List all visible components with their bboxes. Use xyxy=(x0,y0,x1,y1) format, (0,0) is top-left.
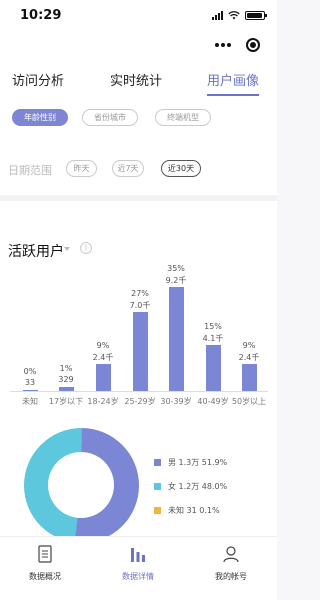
legend-swatch xyxy=(154,507,161,514)
bar-value-label: 2.4千 xyxy=(238,353,260,362)
bar-value-label: 33 xyxy=(24,378,36,387)
chart-baseline xyxy=(10,391,268,392)
nav-label: 数据概况 xyxy=(29,572,61,581)
legend-swatch xyxy=(154,483,161,490)
date-yesterday[interactable]: 昨天 xyxy=(66,160,97,177)
user-icon xyxy=(196,545,266,565)
bar-category-label: 50岁以上 xyxy=(231,397,267,406)
legend-label: 女 1.2万 48.0% xyxy=(168,482,228,491)
section-divider xyxy=(0,195,277,201)
section-title: 活跃用户 xyxy=(8,244,64,260)
nav-data-overview[interactable]: 数据概况 xyxy=(10,545,80,582)
bar-category-label: 40-49岁 xyxy=(197,397,229,406)
filter-age-gender[interactable]: 年龄性别 xyxy=(12,109,68,126)
status-icons xyxy=(212,10,267,20)
bar-chart-icon xyxy=(103,545,173,565)
chevron-down-icon[interactable] xyxy=(64,247,70,251)
info-icon[interactable]: i xyxy=(80,242,92,254)
app-page: 10:29 访问分析 实时统计 用户画像 年龄性别 省份城市 终端机型 日期范围… xyxy=(0,0,277,600)
age-bar[interactable] xyxy=(205,345,221,391)
document-icon xyxy=(10,545,80,565)
date-last-30-days[interactable]: 近30天 xyxy=(161,160,201,177)
date-range-label: 日期范围 xyxy=(8,164,52,177)
date-last-7-days[interactable]: 近7天 xyxy=(112,160,144,177)
bottom-nav: 数据概况 数据详情 我的帐号 xyxy=(0,536,277,600)
bar-percent-label: 9% xyxy=(242,341,256,350)
mini-program-capsule xyxy=(207,32,267,58)
bar-value-label: 7.0千 xyxy=(129,301,151,310)
bar-percent-label: 0% xyxy=(23,367,37,376)
battery-icon xyxy=(245,10,267,20)
wifi-icon xyxy=(228,10,240,19)
tab-visit-analysis[interactable]: 访问分析 xyxy=(12,70,64,89)
age-bar[interactable] xyxy=(132,312,148,391)
status-bar: 10:29 xyxy=(0,0,277,34)
legend-label: 未知 31 0.1% xyxy=(168,506,220,515)
nav-data-details[interactable]: 数据详情 xyxy=(103,545,173,582)
legend-item: 未知 31 0.1% xyxy=(154,505,220,516)
bar-category-label: 30-39岁 xyxy=(160,397,192,406)
legend-item: 女 1.2万 48.0% xyxy=(154,481,227,492)
bar-category-label: 未知 xyxy=(22,397,38,406)
main-tabs: 访问分析 实时统计 用户画像 xyxy=(0,70,277,100)
bar-value-label: 2.4千 xyxy=(92,353,114,362)
filter-province-city[interactable]: 省份城市 xyxy=(82,109,138,126)
age-bar[interactable] xyxy=(241,364,257,391)
age-bar[interactable] xyxy=(168,287,184,391)
bar-category-label: 25-29岁 xyxy=(124,397,156,406)
age-bar[interactable] xyxy=(95,364,111,391)
bar-value-label: 9.2千 xyxy=(165,276,187,285)
tab-user-profile[interactable]: 用户画像 xyxy=(207,70,259,89)
nav-label: 数据详情 xyxy=(122,572,154,581)
bar-category-label: 17岁以下 xyxy=(48,397,84,406)
bar-percent-label: 15% xyxy=(204,322,222,331)
more-menu-icon[interactable] xyxy=(214,43,231,47)
legend-item: 男 1.3万 51.9% xyxy=(154,457,227,468)
legend-swatch xyxy=(154,459,161,466)
status-time: 10:29 xyxy=(20,8,62,23)
bar-percent-label: 9% xyxy=(96,341,110,350)
signal-icon xyxy=(212,10,223,20)
donut-hole xyxy=(48,452,114,518)
filter-device-model[interactable]: 终端机型 xyxy=(155,109,211,126)
bar-value-label: 4.1千 xyxy=(202,334,224,343)
bar-percent-label: 35% xyxy=(167,264,185,273)
active-tab-indicator xyxy=(207,94,259,96)
bar-percent-label: 27% xyxy=(131,289,149,298)
nav-label: 我的帐号 xyxy=(215,572,247,581)
nav-my-account[interactable]: 我的帐号 xyxy=(196,545,266,582)
bar-category-label: 18-24岁 xyxy=(87,397,119,406)
close-target-icon[interactable] xyxy=(245,38,260,52)
bar-value-label: 329 xyxy=(58,375,74,384)
legend-label: 男 1.3万 51.9% xyxy=(168,458,228,467)
bar-percent-label: 1% xyxy=(59,364,73,373)
tab-realtime-stats[interactable]: 实时统计 xyxy=(110,70,162,89)
